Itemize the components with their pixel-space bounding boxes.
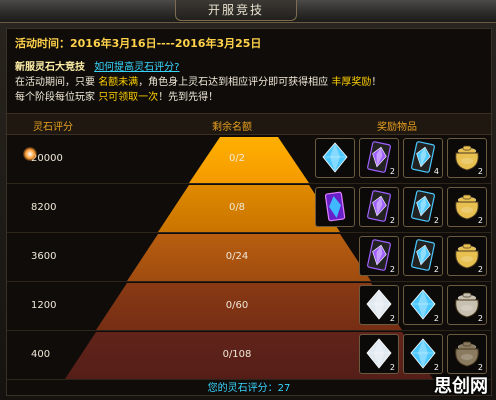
table-header: 灵石评分 剩余名额 奖励物品	[7, 113, 491, 135]
event-heading-line: 新服灵石大竞技 如何提高灵石评分?	[15, 58, 180, 73]
event-time: 活动时间：2016年3月16日----2016年3月25日	[15, 37, 262, 50]
item-count: 2	[477, 363, 483, 372]
reward-item-slot[interactable]: 2	[447, 285, 487, 325]
my-score: 您的灵石评分：27	[207, 383, 291, 394]
desc-highlight: 名额未满	[98, 77, 139, 88]
item-count: 2	[433, 363, 439, 372]
item-count: 4	[433, 167, 439, 176]
event-description-2: 每个阶段每位玩家 只可领取一次！先到先得！	[15, 88, 218, 103]
reward-item-slot[interactable]: 2	[359, 236, 399, 276]
reward-item-slot[interactable]: 2	[403, 334, 443, 374]
item-count: 2	[477, 167, 483, 176]
column-reward: 奖励物品	[377, 122, 417, 133]
desc-text: 每个阶段每位玩家	[15, 92, 95, 103]
remaining-quota: 0/108	[222, 349, 252, 360]
remaining-quota: 0/60	[225, 300, 249, 311]
desc-text: ！先到先得！	[158, 92, 219, 103]
window-title: 开服竞技	[175, 0, 297, 21]
item-count: 2	[389, 363, 395, 372]
desc-text: ！	[371, 77, 382, 88]
desc-text: ，角色身上灵石达到相应评分即可获得相应	[138, 77, 329, 88]
item-count: 2	[477, 216, 483, 225]
remaining-quota: 0/2	[228, 153, 246, 164]
desc-highlight: 丰厚奖励	[331, 77, 372, 88]
reward-item-slot[interactable]	[315, 138, 355, 178]
help-link[interactable]: 如何提高灵石评分?	[94, 62, 179, 73]
reward-item-slot[interactable]: 2	[447, 334, 487, 374]
item-count: 2	[389, 265, 395, 274]
reward-item-slot[interactable]: 2	[403, 236, 443, 276]
item-count: 2	[433, 314, 439, 323]
reward-item-slot[interactable]: 2	[359, 334, 399, 374]
reward-item-slot[interactable]: 2	[359, 138, 399, 178]
reward-item-slot[interactable]	[315, 187, 355, 227]
reward-item-slot[interactable]: 2	[403, 285, 443, 325]
item-count: 2	[389, 167, 395, 176]
remaining-quota: 0/8	[228, 202, 246, 213]
column-quota: 剩余名额	[212, 122, 252, 133]
reward-item-slot[interactable]: 2	[447, 187, 487, 227]
desc-highlight: 只可领取一次	[98, 92, 159, 103]
reward-item-slot[interactable]: 2	[403, 187, 443, 227]
game-window: 开服竞技 活动时间：2016年3月16日----2016年3月25日 新服灵石大…	[0, 0, 496, 400]
event-panel: 活动时间：2016年3月16日----2016年3月25日 新服灵石大竞技 如何…	[6, 28, 492, 396]
column-score: 灵石评分	[33, 122, 73, 133]
item-count: 2	[477, 265, 483, 274]
item-count: 2	[433, 265, 439, 274]
reward-item-slot[interactable]: 2	[359, 285, 399, 325]
item-count: 2	[389, 216, 395, 225]
event-heading: 新服灵石大竞技	[15, 62, 85, 73]
reward-item-slot[interactable]: 2	[359, 187, 399, 227]
event-description-1: 在活动期间，只要 名额未满，角色身上灵石达到相应评分即可获得相应 丰厚奖励！	[15, 73, 381, 88]
item-count: 2	[389, 314, 395, 323]
reward-item-slot[interactable]: 2	[447, 138, 487, 178]
item-count: 2	[433, 216, 439, 225]
item-count: 2	[477, 314, 483, 323]
reward-item-slot[interactable]: 4	[403, 138, 443, 178]
title-bar: 开服竞技	[0, 0, 496, 23]
remaining-quota: 0/24	[225, 251, 249, 262]
desc-text: 在活动期间，只要	[15, 77, 95, 88]
reward-item-slot[interactable]: 2	[447, 236, 487, 276]
